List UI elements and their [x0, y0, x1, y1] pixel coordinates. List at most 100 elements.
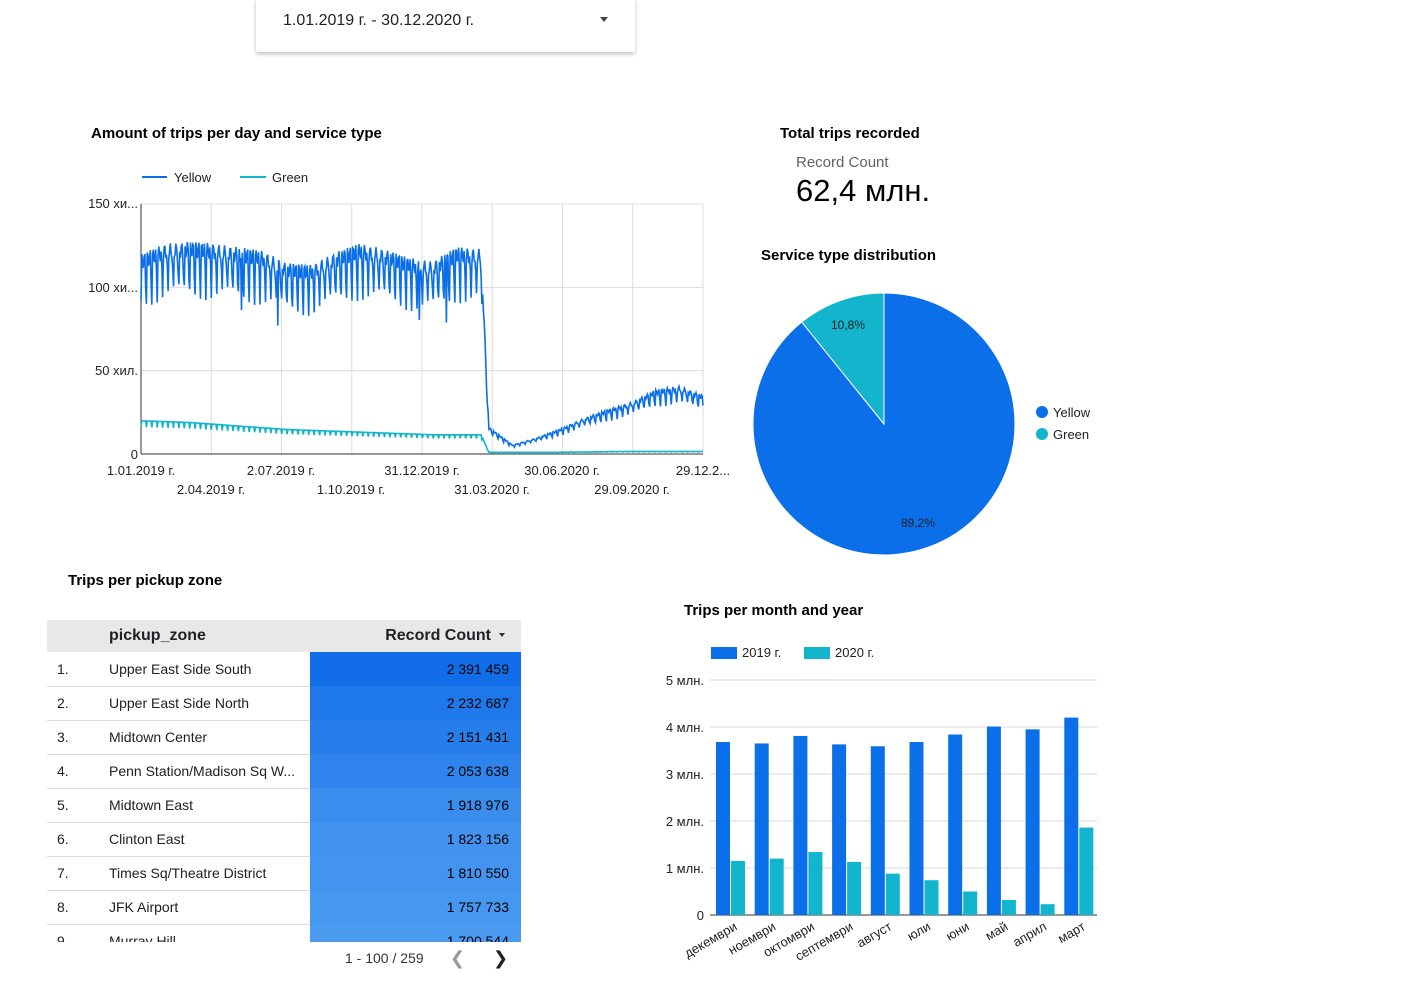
bar-2019[interactable]: [832, 744, 847, 915]
pagination-label: 1 - 100 / 259: [345, 950, 424, 966]
bar-2020[interactable]: [1040, 904, 1055, 915]
scorecard-label: Record Count: [796, 154, 889, 171]
row-zone: JFK Airport: [109, 899, 179, 915]
bar-2019[interactable]: [1025, 729, 1040, 915]
bar-2020[interactable]: [847, 861, 862, 915]
bar-2019[interactable]: [793, 735, 808, 915]
row-zone: Midtown Center: [109, 729, 208, 745]
scorecard-value: 62,4 млн.: [796, 173, 931, 208]
table-row[interactable]: 1. Upper East Side South 2 391 459: [47, 652, 521, 687]
bar-chart: 2019 г. 2020 г. 5 млн. 4 млн. 3 млн. 2 м…: [666, 645, 1097, 964]
pie-legend-green-label: Green: [1053, 427, 1089, 442]
table-row[interactable]: 5. Midtown East 1 918 976: [47, 788, 521, 823]
table-row[interactable]: 6. Clinton East 1 823 156: [47, 822, 521, 857]
x-tick: август: [854, 919, 894, 951]
column-header-zone[interactable]: pickup_zone: [109, 627, 206, 645]
bar-2019[interactable]: [754, 743, 769, 915]
pickup-zone-table: pickup_zone Record Count 1. Upper East Si…: [47, 620, 521, 942]
pie-slice-label-green: 10,8%: [831, 318, 865, 332]
row-count: 2 053 638: [446, 763, 509, 779]
table-header: pickup_zone Record Count: [47, 620, 521, 652]
column-header-count[interactable]: Record Count: [385, 627, 491, 645]
x-tick: юни: [943, 919, 971, 944]
row-count: 1 918 976: [446, 797, 509, 813]
bar-2019[interactable]: [716, 742, 730, 915]
pie-legend-yellow-label: Yellow: [1053, 405, 1091, 420]
y-tick: 5 млн.: [666, 673, 704, 688]
bar-2020[interactable]: [1079, 827, 1094, 915]
y-tick: 150 хи...: [88, 196, 138, 211]
bar-2019[interactable]: [948, 734, 963, 915]
bar-2020[interactable]: [808, 852, 823, 915]
x-tick: 29.09.2020 г.: [594, 482, 669, 497]
bar-2019[interactable]: [909, 742, 924, 915]
y-tick: 3 млн.: [666, 767, 704, 782]
row-number: 5.: [57, 797, 69, 813]
y-tick: 2 млн.: [666, 814, 704, 829]
row-count-cell: 1 757 733: [310, 890, 521, 924]
x-tick: 1.01.2019 г.: [107, 463, 175, 478]
row-number: 9.: [57, 933, 69, 942]
bar-2020[interactable]: [1001, 899, 1016, 915]
row-number: 2.: [57, 695, 69, 711]
date-range-picker[interactable]: 1.01.2019 г. - 30.12.2020 г.: [256, 0, 635, 52]
row-count: 2 232 687: [446, 695, 509, 711]
scorecard-title: Total trips recorded: [780, 125, 920, 142]
row-number: 8.: [57, 899, 69, 915]
x-tick: май: [983, 919, 1011, 944]
table-row[interactable]: 4. Penn Station/Madison Sq W... 2 053 638: [47, 754, 521, 789]
row-count-cell: 1 700 544: [310, 924, 521, 942]
table-row[interactable]: 7. Times Sq/Theatre District 1 810 550: [47, 856, 521, 891]
row-number: 6.: [57, 831, 69, 847]
x-tick: 2.07.2019 г.: [247, 463, 315, 478]
row-count: 1 700 544: [446, 933, 509, 942]
pie-slice-label-yellow: 89,2%: [901, 516, 935, 530]
row-count-cell: 1 823 156: [310, 822, 521, 856]
bar-2019[interactable]: [1064, 717, 1079, 915]
x-tick: 2.04.2019 г.: [177, 482, 245, 497]
table-title: Trips per pickup zone: [68, 572, 223, 589]
bar-2020[interactable]: [769, 858, 784, 915]
table-row[interactable]: 9. Murray Hill 1 700 544: [47, 924, 521, 942]
table-row[interactable]: 3. Midtown Center 2 151 431: [47, 720, 521, 755]
bar-2020[interactable]: [731, 860, 745, 915]
x-tick: 30.06.2020 г.: [524, 463, 599, 478]
row-number: 4.: [57, 763, 69, 779]
y-tick: 0: [131, 447, 138, 462]
bar-2019[interactable]: [986, 726, 1001, 915]
chevron-right-icon[interactable]: ❯: [493, 948, 508, 969]
bar-2019[interactable]: [870, 746, 885, 915]
y-tick: 50 хил.: [95, 363, 138, 378]
line-chart: Yellow Green 150 хи... 100 хи... 50 хил.…: [88, 170, 730, 497]
table-row[interactable]: 8. JFK Airport 1 757 733: [47, 890, 521, 925]
row-zone: Midtown East: [109, 797, 194, 813]
row-count-cell: 2 391 459: [310, 652, 521, 686]
x-tick: 31.12.2019 г.: [384, 463, 459, 478]
row-count: 2 151 431: [446, 729, 509, 745]
y-tick: 0: [697, 908, 704, 923]
row-number: 7.: [57, 865, 69, 881]
row-count-cell: 2 151 431: [310, 720, 521, 754]
row-count: 2 391 459: [446, 661, 509, 677]
bar-2020[interactable]: [885, 873, 900, 915]
chevron-left-icon[interactable]: ❮: [450, 948, 465, 969]
row-count-cell: 1 810 550: [310, 856, 521, 890]
table-row[interactable]: 2. Upper East Side North 2 232 687: [47, 686, 521, 721]
bar-legend-2019-label: 2019 г.: [742, 645, 781, 660]
row-count-cell: 2 232 687: [310, 686, 521, 720]
x-tick: април: [1010, 919, 1049, 950]
y-tick: 4 млн.: [666, 720, 704, 735]
chevron-down-icon[interactable]: [600, 17, 608, 22]
row-zone: Times Sq/Theatre District: [109, 865, 267, 881]
sort-desc-icon[interactable]: [499, 633, 505, 637]
bar-chart-title: Trips per month and year: [684, 602, 864, 619]
row-count: 1 823 156: [446, 831, 509, 847]
bar-2020[interactable]: [963, 891, 978, 916]
row-zone: Upper East Side North: [109, 695, 250, 711]
x-tick: юли: [904, 919, 933, 944]
legend-yellow-label: Yellow: [174, 170, 212, 185]
bar-2020[interactable]: [924, 880, 939, 915]
x-tick: март: [1055, 919, 1088, 947]
y-tick: 1 млн.: [666, 861, 704, 876]
row-zone: Clinton East: [109, 831, 185, 847]
